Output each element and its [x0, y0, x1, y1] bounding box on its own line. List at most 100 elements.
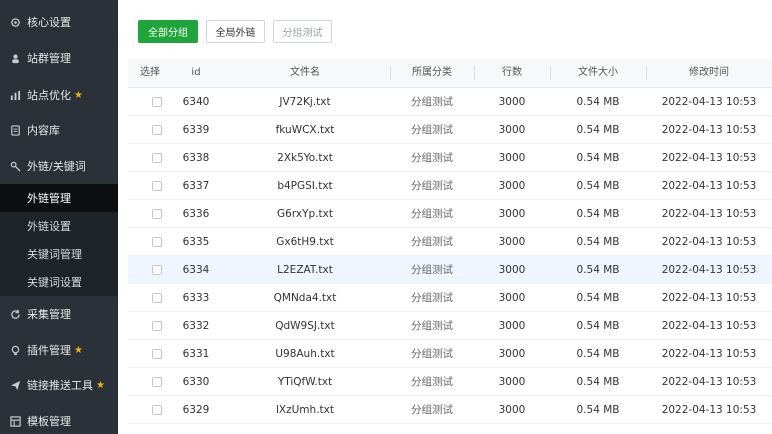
cell-modified: 2022-04-13 10:53: [661, 208, 757, 220]
send-icon: [9, 379, 22, 392]
sidebar-subitem-keyword-management[interactable]: 关键词管理: [0, 240, 118, 268]
cell-category: 分组测试: [411, 236, 453, 248]
sidebar-submenu: 外链管理 外链设置 关键词管理 关键词设置: [0, 184, 118, 296]
sidebar-item-site-optimize[interactable]: 站点优化 ★: [0, 81, 118, 109]
cell-modified: 2022-04-13 10:53: [661, 180, 757, 192]
table-row[interactable]: 6337 b4PGSI.txt 分组测试 3000 0.54 MB 2022-04-13 …: [128, 172, 772, 200]
column-header-filesize[interactable]: 文件大小: [550, 58, 646, 88]
cell-filename: QdW9SJ.txt: [275, 320, 335, 332]
cell-lines: 3000: [498, 152, 526, 164]
sidebar-subitem-label: 外链设置: [27, 220, 71, 233]
table-row[interactable]: 6340 JV72Kj.txt 分组测试 3000 0.54 MB 2022-04-13 …: [128, 88, 772, 116]
column-header-lines[interactable]: 行数: [474, 58, 550, 88]
sidebar-item-label: 站点优化: [27, 89, 71, 102]
cell-filesize: 0.54 MB: [576, 152, 620, 164]
sidebar-item-templates[interactable]: 模板管理: [0, 407, 118, 434]
row-checkbox[interactable]: [152, 321, 162, 331]
cell-filename: QMNda4.txt: [273, 292, 337, 304]
row-checkbox[interactable]: [152, 237, 162, 247]
sidebar-subitem-link-settings[interactable]: 外链设置: [0, 212, 118, 240]
sidebar-item-collection[interactable]: 采集管理: [0, 300, 118, 328]
row-checkbox[interactable]: [152, 405, 162, 415]
sidebar-item-site-group[interactable]: 站群管理: [0, 44, 118, 72]
cell-lines: 3000: [498, 292, 526, 304]
row-checkbox[interactable]: [152, 377, 162, 387]
row-checkbox[interactable]: [152, 97, 162, 107]
table-row[interactable]: 6336 G6rxYp.txt 分组测试 3000 0.54 MB 2022-04-13 …: [128, 200, 772, 228]
cell-category: 分组测试: [411, 124, 453, 136]
table-row[interactable]: 6332 QdW9SJ.txt 分组测试 3000 0.54 MB 2022-04-13 …: [128, 312, 772, 340]
row-checkbox[interactable]: [152, 125, 162, 135]
cell-modified: 2022-04-13 10:53: [661, 348, 757, 360]
table-row[interactable]: 6334 L2EZAT.txt 分组测试 3000 0.54 MB 2022-04-13 …: [128, 256, 772, 284]
all-groups-button[interactable]: 全部分组: [138, 20, 198, 43]
sidebar-subitem-keyword-settings[interactable]: 关键词设置: [0, 268, 118, 296]
star-icon: ★: [74, 344, 83, 356]
cell-filename: U98Auh.txt: [275, 348, 335, 360]
cell-modified: 2022-04-13 10:53: [661, 124, 757, 136]
row-checkbox[interactable]: [152, 209, 162, 219]
cell-filesize: 0.54 MB: [576, 236, 620, 248]
sidebar-item-links-keywords[interactable]: 外链/关键词: [0, 152, 118, 180]
star-icon: ★: [96, 379, 105, 391]
cell-category: 分组测试: [411, 180, 453, 192]
bulb-icon: [9, 344, 22, 357]
cell-lines: 3000: [498, 96, 526, 108]
cell-filename: 2Xk5Yo.txt: [277, 152, 333, 164]
global-links-button[interactable]: 全局外链: [206, 20, 265, 43]
table-row[interactable]: 6331 U98Auh.txt 分组测试 3000 0.54 MB 2022-04-13 …: [128, 340, 772, 368]
sidebar-subitem-label: 外链管理: [27, 192, 71, 205]
column-divider: [646, 66, 647, 80]
table-row[interactable]: 6329 lXzUmh.txt 分组测试 3000 0.54 MB 2022-04-13 …: [128, 396, 772, 424]
row-checkbox[interactable]: [152, 265, 162, 275]
table-row[interactable]: 6339 fkuWCX.txt 分组测试 3000 0.54 MB 2022-04-13 …: [128, 116, 772, 144]
sidebar-item-core-settings[interactable]: 核心设置: [0, 8, 118, 36]
cell-filename: lXzUmh.txt: [276, 404, 334, 416]
cell-id: 6329: [182, 404, 210, 416]
cell-modified: 2022-04-13 10:53: [661, 236, 757, 248]
row-checkbox[interactable]: [152, 349, 162, 359]
sidebar-item-label: 采集管理: [27, 308, 71, 321]
sidebar-subitem-link-management[interactable]: 外链管理: [0, 184, 118, 212]
column-header-modified[interactable]: 修改时间: [646, 58, 772, 88]
row-checkbox[interactable]: [152, 181, 162, 191]
row-checkbox[interactable]: [152, 153, 162, 163]
sidebar-item-link-push-tool[interactable]: 链接推送工具 ★: [0, 371, 118, 399]
cell-lines: 3000: [498, 320, 526, 332]
table-row[interactable]: 6333 QMNda4.txt 分组测试 3000 0.54 MB 2022-04-13 …: [128, 284, 772, 312]
sidebar-item-content-library[interactable]: 内容库: [0, 116, 118, 144]
cell-filesize: 0.54 MB: [576, 96, 620, 108]
cell-lines: 3000: [498, 376, 526, 388]
cell-lines: 3000: [498, 404, 526, 416]
key-icon: [9, 160, 22, 173]
cell-category: 分组测试: [411, 96, 453, 108]
cell-category: 分组测试: [411, 320, 453, 332]
cell-modified: 2022-04-13 10:53: [661, 404, 757, 416]
cell-id: 6332: [182, 320, 210, 332]
sidebar-item-label: 模板管理: [27, 415, 71, 428]
sidebar-item-plugins[interactable]: 插件管理 ★: [0, 336, 118, 364]
refresh-icon: [9, 308, 22, 321]
column-header-id[interactable]: id: [172, 58, 220, 88]
cell-modified: 2022-04-13 10:53: [661, 320, 757, 332]
main-content: 全部分组 全局外链 分组测试 选择 id 文件名 所属分类 行数 文件大小 修改…: [118, 0, 772, 434]
cell-filename: JV72Kj.txt: [279, 96, 331, 108]
table-row[interactable]: 6338 2Xk5Yo.txt 分组测试 3000 0.54 MB 2022-04-13 …: [128, 144, 772, 172]
sidebar: 核心设置 站群管理 站点优化 ★ 内容库 外链/关键词 外链管理 外链设置 关键…: [0, 0, 118, 434]
cell-id: 6331: [182, 348, 210, 360]
user-icon: [9, 52, 22, 65]
document-icon: [9, 124, 22, 137]
table-header: 选择 id 文件名 所属分类 行数 文件大小 修改时间: [128, 58, 772, 88]
group-test-button[interactable]: 分组测试: [273, 20, 332, 43]
cell-filesize: 0.54 MB: [576, 208, 620, 220]
column-header-category[interactable]: 所属分类: [390, 58, 474, 88]
cell-lines: 3000: [498, 208, 526, 220]
table-row[interactable]: 6335 Gx6tH9.txt 分组测试 3000 0.54 MB 2022-04-13 …: [128, 228, 772, 256]
column-header-filename[interactable]: 文件名: [220, 58, 390, 88]
sidebar-item-label: 内容库: [27, 124, 60, 137]
row-checkbox[interactable]: [152, 293, 162, 303]
cell-id: 6335: [182, 236, 210, 248]
table-row[interactable]: 6330 YTiQfW.txt 分组测试 3000 0.54 MB 2022-04-13 …: [128, 368, 772, 396]
cell-id: 6340: [182, 96, 210, 108]
cell-category: 分组测试: [411, 376, 453, 388]
